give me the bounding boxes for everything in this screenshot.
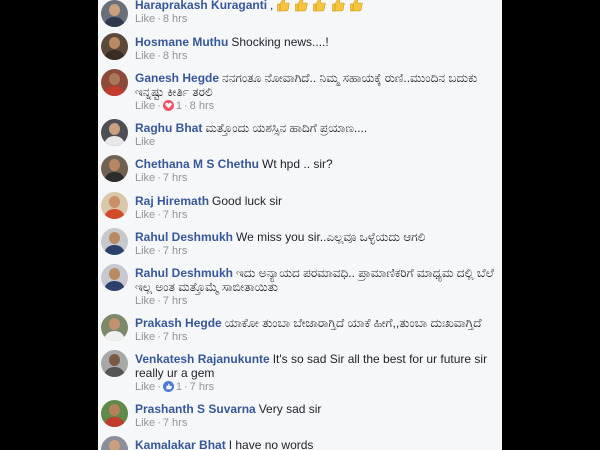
avatar[interactable] <box>101 314 128 341</box>
comment-author[interactable]: Kamalakar Bhat <box>135 438 226 450</box>
comment-body: Rahul Deshmukh ಇದು ಅನ್ಯಾಯದ ಪರಮಾವಧಿ.. ಪ್ರಾ… <box>135 266 495 294</box>
like-reaction-icon[interactable] <box>162 381 174 392</box>
comment-author[interactable]: Haraprakash Kuraganti <box>135 0 267 12</box>
comment-text: ಯಾಕೋ ತುಂಬಾ ಬೇಜಾರಾಗ್ತಿದೆ ಯಾಕೆ ಹೀಗೆ,,ತುಂಬಾ… <box>224 316 482 330</box>
comment-body: Kamalakar Bhat I have no words <box>135 438 495 450</box>
comment-meta: Like <box>135 136 155 149</box>
comment-meta: Like · 8 hrs <box>135 50 188 62</box>
avatar[interactable] <box>101 192 128 219</box>
like-link[interactable]: Like <box>135 13 155 25</box>
like-link[interactable]: Like <box>135 172 155 184</box>
avatar[interactable] <box>101 119 128 146</box>
comment-meta: Like · 1 · 8 hrs <box>135 100 215 112</box>
avatar[interactable] <box>101 350 128 377</box>
like-link[interactable]: Like <box>135 136 155 148</box>
thumbs-up-emoji-group <box>276 0 365 15</box>
comment-time[interactable]: 7 hrs <box>163 209 187 221</box>
like-link[interactable]: Like <box>135 295 155 307</box>
avatar[interactable] <box>101 436 128 450</box>
comment-author[interactable]: Venkatesh Rajanukunte <box>135 352 270 366</box>
comment-time[interactable]: 8 hrs <box>190 100 214 112</box>
like-link[interactable]: Like <box>135 381 155 393</box>
comment-meta: Like · 7 hrs <box>135 417 188 429</box>
comment-author[interactable]: Prashanth S Suvarna <box>135 402 256 416</box>
comment-time[interactable]: 7 hrs <box>190 381 214 393</box>
reaction-count[interactable]: 1 <box>176 100 182 112</box>
avatar[interactable] <box>101 400 128 427</box>
comment-time[interactable]: 8 hrs <box>163 50 187 62</box>
like-link[interactable]: Like <box>135 209 155 221</box>
comment-text: We miss you sir..ಎಲ್ಲವೂ ಒಳ್ಳೆಯದು ಆಗಲಿ <box>236 230 426 244</box>
comment-body: Hosmane Muthu Shocking news....! <box>135 35 495 49</box>
like-link[interactable]: Like <box>135 50 155 62</box>
avatar[interactable] <box>101 155 128 182</box>
avatar[interactable] <box>101 33 128 60</box>
comment-body: Rahul Deshmukh We miss you sir..ಎಲ್ಲವೂ ಒಳ… <box>135 230 495 244</box>
comment-text: ಮತ್ತೊಂದು ಯಶಸ್ಸಿನ ಹಾದಿಗೆ ಪ್ರಯಾಣ.... <box>205 121 368 135</box>
thumbs-up-icon <box>350 0 363 12</box>
comment-author[interactable]: Rahul Deshmukh <box>135 230 233 244</box>
thumbs-up-icon <box>295 0 308 12</box>
comment-author[interactable]: Raghu Bhat <box>135 121 202 135</box>
like-link[interactable]: Like <box>135 417 155 429</box>
comment-text: Very sad sir <box>258 402 322 416</box>
comment-text: Shocking news....! <box>231 35 329 49</box>
comment-meta: Like · 7 hrs <box>135 295 188 307</box>
reaction-count[interactable]: 1 <box>176 381 182 393</box>
comment-meta: Like · 7 hrs <box>135 209 188 221</box>
thumbs-up-icon <box>313 0 327 12</box>
like-link[interactable]: Like <box>135 245 155 257</box>
love-reaction-icon[interactable] <box>162 100 174 111</box>
comment-meta: Like · 7 hrs <box>135 245 188 257</box>
comment-meta: Like · 7 hrs <box>135 172 188 184</box>
comment-text: Good luck sir <box>212 194 283 208</box>
comment-body: Venkatesh Rajanukunte It's so sad Sir all… <box>135 352 495 380</box>
comment-meta: Like · 8 hrs <box>135 13 188 25</box>
comment-author[interactable]: Raj Hiremath <box>135 194 209 208</box>
avatar[interactable] <box>101 264 128 291</box>
comment-text: , <box>270 0 274 12</box>
comments-panel: Haraprakash Kuraganti, Like · 8 hrs Hosman… <box>98 0 502 450</box>
comment-author[interactable]: Ganesh Hegde <box>135 71 219 85</box>
comment-body: Prashanth S Suvarna Very sad sir <box>135 402 495 416</box>
comment-body: Prakash Hegde ಯಾಕೋ ತುಂಬಾ ಬೇಜಾರಾಗ್ತಿದೆ ಯಾಕ… <box>135 316 495 330</box>
comment-time[interactable]: 8 hrs <box>163 13 187 25</box>
comment-body: Chethana M S Chethu Wt hpd .. sir? <box>135 157 495 171</box>
comment-author[interactable]: Rahul Deshmukh <box>135 266 233 280</box>
comment-author[interactable]: Chethana M S Chethu <box>135 157 259 171</box>
avatar[interactable] <box>101 228 128 255</box>
comment-text: I have no words <box>228 438 314 450</box>
avatar[interactable] <box>101 0 128 27</box>
comment-time[interactable]: 7 hrs <box>163 245 187 257</box>
avatar[interactable] <box>101 69 128 96</box>
comment-meta: Like · 1 · 7 hrs <box>135 381 215 393</box>
comment-body: Ganesh Hegde ನನಗಂತೂ ನೋವಾಗಿದೆ.. ನಿಮ್ಮ ಸಹಾಯ… <box>135 71 495 99</box>
comment-author[interactable]: Hosmane Muthu <box>135 35 228 49</box>
comment-meta: Like · 7 hrs <box>135 331 188 343</box>
comment-text: Wt hpd .. sir? <box>262 157 333 171</box>
thumbs-up-icon <box>276 0 290 12</box>
thumbs-up-icon <box>331 0 345 12</box>
comment-body: Haraprakash Kuraganti, <box>135 0 495 15</box>
comment-time[interactable]: 7 hrs <box>163 417 187 429</box>
comment-time[interactable]: 7 hrs <box>163 295 187 307</box>
comment-body: Raghu Bhat ಮತ್ತೊಂದು ಯಶಸ್ಸಿನ ಹಾದಿಗೆ ಪ್ರಯಾಣ… <box>135 121 495 135</box>
comment-author[interactable]: Prakash Hegde <box>135 316 222 330</box>
like-link[interactable]: Like <box>135 100 155 112</box>
comment-time[interactable]: 7 hrs <box>163 172 187 184</box>
like-link[interactable]: Like <box>135 331 155 343</box>
comment-time[interactable]: 7 hrs <box>163 331 187 343</box>
comment-body: Raj Hiremath Good luck sir <box>135 194 495 208</box>
